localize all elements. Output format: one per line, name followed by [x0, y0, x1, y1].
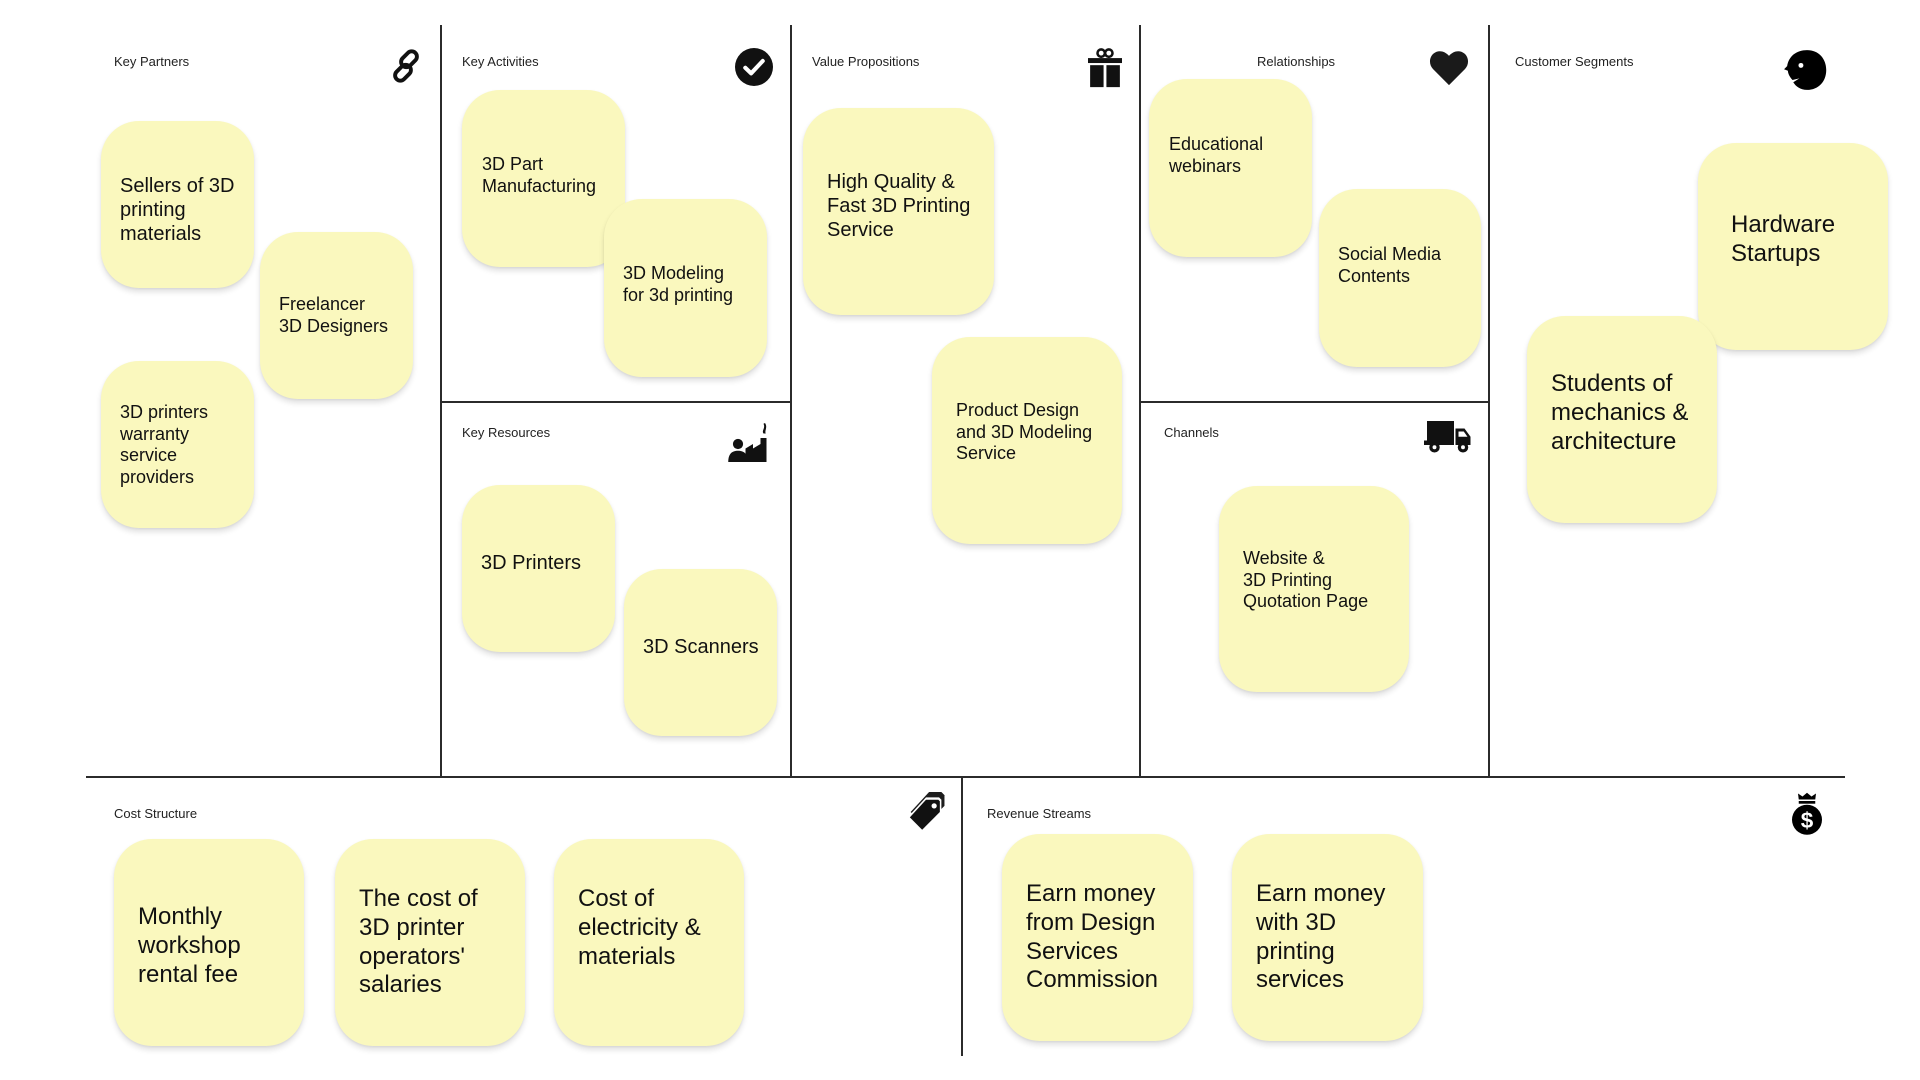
sticky-note[interactable]: 3D Printers: [462, 485, 615, 652]
sticky-note[interactable]: Social Media Contents: [1319, 189, 1481, 367]
sticky-note[interactable]: 3D Modeling for 3d printing: [604, 199, 767, 377]
svg-text:$: $: [1801, 808, 1814, 833]
sticky-note[interactable]: 3D printers warranty service providers: [101, 361, 254, 528]
section-label-relationships: Relationships: [1257, 54, 1336, 69]
sticky-note[interactable]: Students of mechanics & architecture: [1527, 316, 1717, 523]
sticky-note[interactable]: Cost of electricity & materials: [554, 839, 744, 1046]
sticky-note[interactable]: 3D Scanners: [624, 569, 777, 736]
sticky-note[interactable]: Earn money with 3D printing services: [1232, 834, 1423, 1041]
section-label-revenue-streams: Revenue Streams: [987, 806, 1092, 821]
factory-worker-icon: [728, 423, 767, 462]
section-label-key-activities: Key Activities: [462, 54, 539, 69]
section-label-key-resources: Key Resources: [462, 425, 551, 440]
sticky-note[interactable]: High Quality & Fast 3D Printing Service: [803, 108, 994, 315]
business-model-canvas: Key Partners Sellers of 3D printing mate…: [0, 0, 1920, 1080]
sticky-note[interactable]: Website & 3D Printing Quotation Page: [1219, 486, 1409, 692]
sticky-note[interactable]: Freelancer 3D Designers: [260, 232, 413, 399]
face-icon: [1784, 50, 1827, 90]
section-label-channels: Channels: [1164, 425, 1219, 440]
check-circle-icon: [735, 48, 773, 86]
divider-top-bottom: [86, 776, 1845, 778]
sticky-note[interactable]: The cost of 3D printer operators' salari…: [335, 839, 525, 1046]
link-icon: [393, 49, 419, 83]
section-label-customer-segments: Customer Segments: [1515, 54, 1634, 69]
section-label-value-propositions: Value Propositions: [812, 54, 920, 69]
sticky-note[interactable]: Hardware Startups: [1698, 143, 1888, 350]
sticky-note[interactable]: Monthly workshop rental fee: [114, 839, 304, 1046]
sticky-note[interactable]: Earn money from Design Services Commissi…: [1002, 834, 1193, 1041]
sticky-note[interactable]: Sellers of 3D printing materials: [101, 121, 254, 288]
section-label-key-partners: Key Partners: [114, 54, 190, 69]
divider-cost-revenue: [961, 776, 963, 1056]
sticky-note[interactable]: 3D Part Manufacturing: [462, 90, 625, 267]
section-label-cost-structure: Cost Structure: [114, 806, 198, 821]
money-bag-icon: $: [1792, 792, 1822, 835]
gift-icon: [1088, 48, 1122, 88]
sticky-note[interactable]: Product Design and 3D Modeling Service: [932, 337, 1122, 544]
truck-icon: [1424, 421, 1471, 453]
divider-relationships-channels: [1139, 401, 1490, 403]
divider-activities-resources: [440, 401, 792, 403]
price-tags-icon: [908, 792, 945, 831]
sticky-note[interactable]: Educational webinars: [1149, 79, 1312, 257]
heart-icon: [1429, 51, 1469, 86]
